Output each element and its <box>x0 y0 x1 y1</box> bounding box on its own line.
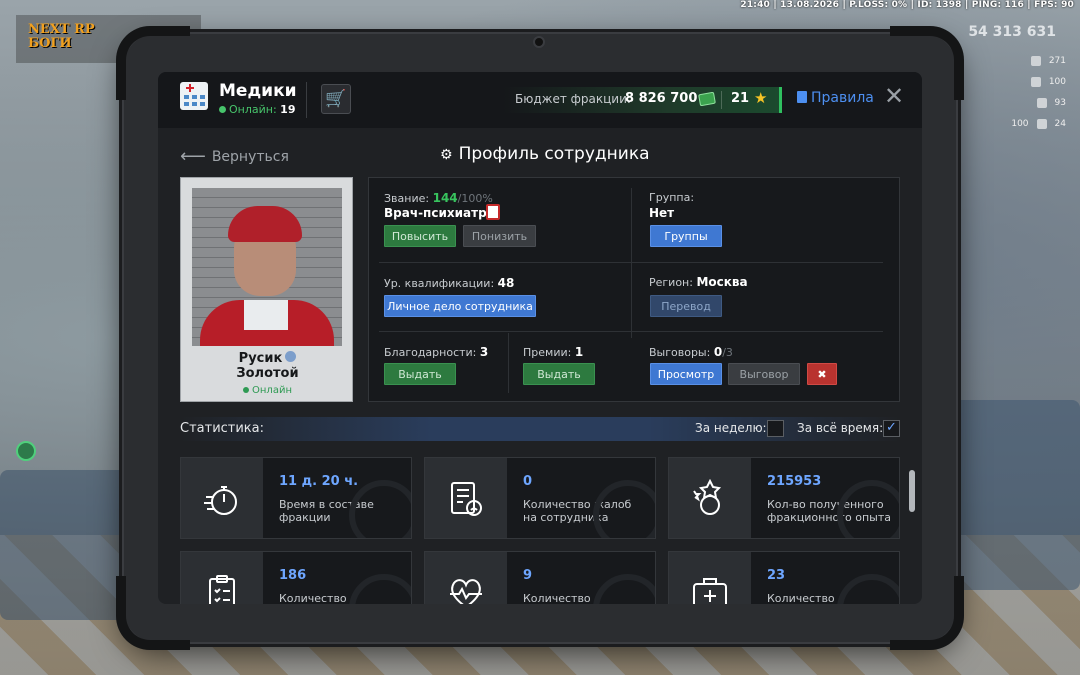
arrow-left-icon: ⟵ <box>180 146 206 167</box>
week-filter-checkbox[interactable] <box>767 420 784 437</box>
stats-title: Статистика: <box>180 421 265 436</box>
personal-file-button[interactable]: Личное дело сотрудника <box>384 295 536 317</box>
hud-stat-thirst: 93 <box>956 92 1066 113</box>
hunger-icon <box>1030 76 1041 87</box>
region-row: Регион: Москва <box>649 275 748 289</box>
all-time-filter-checkbox[interactable] <box>883 420 900 437</box>
back-button[interactable]: ⟵ Вернуться <box>180 146 289 167</box>
stat-value: 9 <box>523 568 533 583</box>
close-button[interactable]: ✕ <box>882 82 906 110</box>
reprimand-value: 0 <box>713 345 723 359</box>
rank-current: 144 <box>432 191 458 205</box>
group-label: Группа: <box>649 191 695 204</box>
give-reprimand-button[interactable]: Выговор <box>728 363 800 385</box>
promote-button[interactable]: Повысить <box>384 225 456 247</box>
give-thanks-button[interactable]: Выдать <box>384 363 456 385</box>
hud-money: 54 313 631 <box>968 24 1056 40</box>
complaint-document-icon <box>451 482 482 516</box>
gear-icon: ⚙ <box>440 147 453 163</box>
online-count: 19 <box>280 103 296 116</box>
stat-card-medkit: 23 Количество <box>668 551 900 604</box>
stat-card-exp: 215953 Кол-во полученного фракционного о… <box>668 457 900 539</box>
groups-button[interactable]: Группы <box>650 225 722 247</box>
qualification-row: Ур. квалификации: 48 <box>384 276 515 290</box>
week-filter-label: За неделю: <box>695 421 767 435</box>
rank-row: Звание: 144/100% <box>384 191 493 205</box>
thanks-value: 3 <box>479 345 489 359</box>
armor-icon <box>1036 118 1047 129</box>
document-icon <box>797 91 807 103</box>
stat-value: 23 <box>767 568 786 583</box>
stat-value: 215953 <box>767 474 822 489</box>
group-value: Нет <box>649 206 675 220</box>
hud-stat-health: 271 <box>956 50 1066 71</box>
stat-value: 186 <box>279 568 307 583</box>
stopwatch-icon <box>204 486 237 515</box>
hud-status-line: 21:40 | 13.08.2026 | P.LOSS: 0% | ID: 13… <box>740 0 1074 10</box>
tablet-camera <box>533 36 545 48</box>
remove-member-button[interactable]: ✖ <box>807 363 837 385</box>
exp-stars-icon <box>693 479 722 515</box>
reprimand-row: Выговоры: 0/3 <box>649 345 733 359</box>
mugshot-image <box>192 188 342 346</box>
stat-value: 11 д. 20 ч. <box>279 474 359 489</box>
stats-header: Статистика: За неделю: За всё время: <box>180 417 900 441</box>
rank-badge-icon <box>486 204 500 220</box>
faction-online: Онлайн: 19 <box>219 103 295 116</box>
employee-name: Русик Золотой <box>236 351 299 381</box>
close-icon: ✕ <box>883 82 905 110</box>
faction-budget: Бюджет фракции: 8 826 700 21 ★ <box>503 87 782 113</box>
bonus-value: 1 <box>574 345 584 359</box>
stat-card-complaints: 0 Количество жалоб на сотрудника <box>424 457 656 539</box>
stat-value: 0 <box>523 474 533 489</box>
stars-value: 21 <box>731 91 750 106</box>
view-reprimands-button[interactable]: Просмотр <box>650 363 722 385</box>
money-icon <box>698 91 716 107</box>
online-dot-icon <box>243 387 250 393</box>
star-icon: ★ <box>754 89 768 107</box>
faction-header: Медики Онлайн: 19 🛒 Бюджет фракции: 8 82… <box>158 72 922 128</box>
clipboard-icon <box>209 575 235 604</box>
shop-cart-button[interactable]: 🛒 <box>321 84 351 114</box>
stat-card-clipboard: 186 Количество <box>180 551 412 604</box>
faction-name: Медики <box>219 81 297 101</box>
employee-photo-card: Русик Золотой Онлайн <box>180 177 353 402</box>
page-title: ⚙ Профиль сотрудника <box>440 144 650 164</box>
user-icon <box>285 351 297 362</box>
header-divider <box>306 82 307 118</box>
background-chairs-right <box>940 400 1080 590</box>
logo-line1: NEXT RP <box>28 22 95 37</box>
health-icon <box>1030 55 1041 66</box>
give-bonus-button[interactable]: Выдать <box>523 363 595 385</box>
cart-icon: 🛒 <box>325 89 347 109</box>
all-time-filter-label: За всё время: <box>797 421 884 435</box>
employee-status: Онлайн <box>181 385 354 396</box>
budget-label: Бюджет фракции: <box>515 92 631 106</box>
heartbeat-icon <box>450 579 482 604</box>
hud-stat-hunger: 100 <box>956 71 1066 92</box>
thanks-row: Благодарности: 3 <box>384 345 489 359</box>
transfer-button[interactable]: Перевод <box>650 295 722 317</box>
medkit-icon <box>693 578 727 604</box>
logo-line2: БОГИ <box>28 36 72 51</box>
demote-button[interactable]: Понизить <box>463 225 536 247</box>
rules-link[interactable]: Правила <box>797 90 874 106</box>
online-dot-icon <box>219 106 226 113</box>
hud-stat-armor: 100 24 <box>1011 118 1066 129</box>
qualification-value: 48 <box>497 276 515 290</box>
thirst-icon <box>1036 97 1047 108</box>
safezone-shield-icon <box>16 441 36 461</box>
stat-card-time: 11 д. 20 ч. Время в составе фракции <box>180 457 412 539</box>
stats-scrollbar[interactable] <box>909 470 915 512</box>
hud-stats: 271 100 93 100 24 <box>956 50 1066 134</box>
region-value: Москва <box>696 275 748 289</box>
tablet-screen: Медики Онлайн: 19 🛒 Бюджет фракции: 8 82… <box>158 72 922 604</box>
employee-info-panel: Звание: 144/100% Врач-психиатр Повысить … <box>368 177 900 402</box>
bonus-row: Премии: 1 <box>523 345 584 359</box>
hospital-icon <box>180 82 208 110</box>
user-remove-icon: ✖ <box>817 368 827 381</box>
stat-card-heartbeat: 9 Количество <box>424 551 656 604</box>
budget-value: 8 826 700 <box>625 91 698 106</box>
rank-name: Врач-психиатр <box>384 206 487 220</box>
